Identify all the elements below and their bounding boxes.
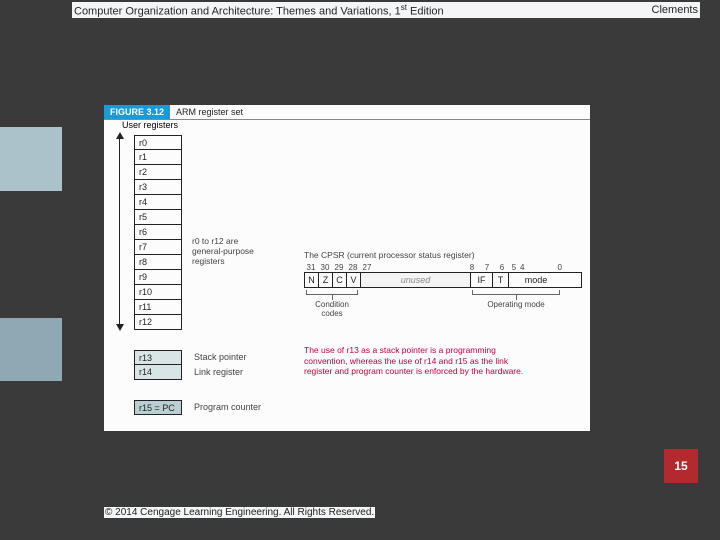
cpsr-title: The CPSR (current processor status regis… [304, 250, 582, 260]
figure: FIGURE 3.12 ARM register set User regist… [104, 105, 590, 431]
book-title: Computer Organization and Architecture: … [74, 3, 444, 18]
register-cell: r9 [134, 270, 182, 285]
register-cell: r3 [134, 180, 182, 195]
register-cell: r4 [134, 195, 182, 210]
page-number-badge: 15 [664, 449, 698, 483]
register-cell: r6 [134, 225, 182, 240]
operating-mode-label: Operating mode [470, 300, 562, 309]
register-cell: r5 [134, 210, 182, 225]
page-number: 15 [674, 459, 687, 473]
arrow-down-icon [116, 324, 124, 331]
register-column-title: User registers [122, 120, 178, 130]
figure-number: FIGURE 3.12 [104, 105, 170, 119]
cpsr-bit-numbers: 31 30 29 28 27 8 7 6 5 4 0 [304, 263, 582, 272]
copyright-text: © 2014 Cengage Learning Engineering. All… [104, 507, 375, 518]
register-cell: r14 [134, 365, 182, 380]
register-cell: r15 = PC [134, 400, 182, 415]
stack-pointer-label: Stack pointer [194, 352, 247, 362]
register-cell: r11 [134, 300, 182, 315]
footnote-text: The use of r13 as a stack pointer is a p… [304, 345, 582, 377]
figure-caption: ARM register set [170, 105, 243, 119]
arrow-up-icon [116, 132, 124, 139]
condition-codes-label: Condition codes [304, 300, 360, 318]
sidebar-stripe [0, 0, 62, 540]
author-name: Clements [652, 4, 698, 16]
cpsr-register-row: N Z C V unused IF T mode [304, 272, 582, 288]
register-cell: r7 [134, 240, 182, 255]
register-cell: r12 [134, 315, 182, 330]
register-cell: r0 [134, 135, 182, 150]
program-counter-label: Program counter [194, 402, 261, 412]
register-cell: r13 [134, 350, 182, 365]
register-cell: r10 [134, 285, 182, 300]
register-cell: r8 [134, 255, 182, 270]
register-cell: r1 [134, 150, 182, 165]
figure-caption-bar: FIGURE 3.12 ARM register set [104, 105, 590, 119]
cpsr-under-labels: Condition codes Operating mode [304, 290, 582, 318]
slide-header: Computer Organization and Architecture: … [72, 2, 700, 18]
register-cell: r2 [134, 165, 182, 180]
general-purpose-label: r0 to r12 are general-purpose registers [192, 236, 254, 267]
bracket-line [119, 139, 120, 324]
cpsr-diagram: The CPSR (current processor status regis… [304, 250, 582, 318]
link-register-label: Link register [194, 367, 243, 377]
